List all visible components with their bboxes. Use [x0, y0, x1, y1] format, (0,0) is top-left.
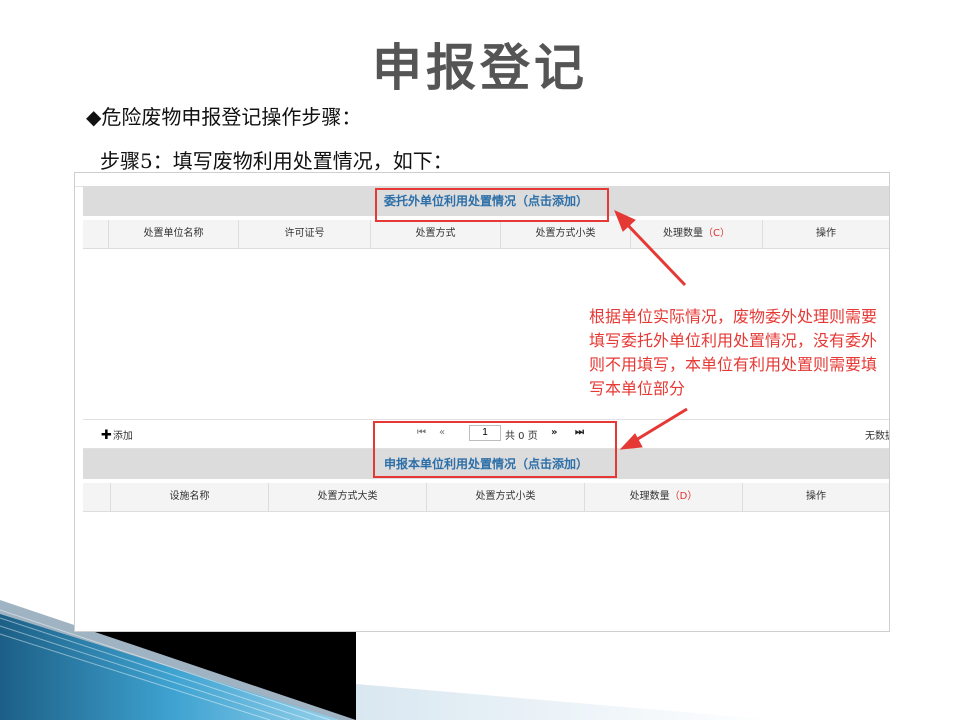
- annotation-text: 根据单位实际情况，废物委外处理则需要填写委托外单位利用处置情况，没有委外则不用填…: [589, 307, 878, 398]
- annotation-arrows: [614, 210, 688, 450]
- step-line: 步骤5：填写废物利用处置情况，如下：: [100, 149, 453, 173]
- decorative-light-band: [356, 684, 776, 720]
- slide-title: 申报登记: [372, 39, 588, 97]
- app-screenshot: 委托外单位利用处置情况（点击添加） 处置单位名称 许可证号 处置方式 处置方式小…: [74, 172, 890, 632]
- bullet-line: ◆危险废物申报登记操作步骤：: [86, 105, 362, 129]
